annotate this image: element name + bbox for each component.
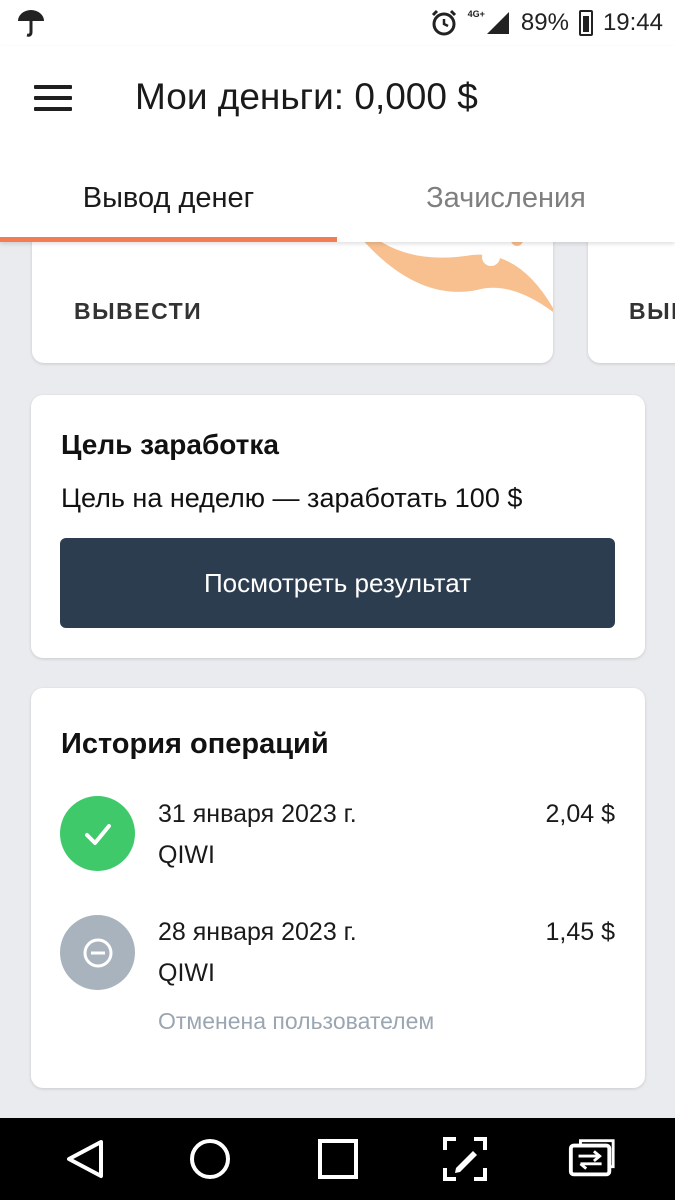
umbrella-icon bbox=[18, 10, 44, 37]
operation-status: Отменена пользователем bbox=[158, 1008, 435, 1034]
tab-deposits[interactable]: Зачисления bbox=[337, 154, 675, 242]
battery-percent: 89% bbox=[520, 9, 569, 36]
withdraw-button[interactable]: ВЫВЕСТИ bbox=[74, 298, 202, 325]
check-icon bbox=[84, 823, 111, 845]
battery-icon bbox=[578, 10, 593, 36]
success-status-badge bbox=[60, 796, 135, 871]
signal-icon bbox=[486, 12, 509, 34]
system-nav-bar bbox=[0, 1118, 675, 1200]
operations-history-card: История операций 31 января 2023 г. QIWI … bbox=[31, 688, 645, 1088]
withdraw-button-2[interactable]: ВЫВ bbox=[629, 298, 675, 325]
hamburger-menu-icon[interactable] bbox=[34, 83, 72, 113]
earning-goal-card: Цель заработка Цель на неделю — заработа… bbox=[31, 395, 645, 658]
screenshot-edit-icon[interactable] bbox=[440, 1136, 490, 1182]
cancel-minus-icon bbox=[83, 938, 112, 967]
back-icon[interactable] bbox=[60, 1136, 110, 1182]
view-result-button[interactable]: Посмотреть результат bbox=[60, 538, 615, 628]
goal-description: Цель на неделю — заработать 100 $ bbox=[61, 483, 523, 513]
history-title: История операций bbox=[61, 728, 329, 760]
app-bar: Мои деньги: 0,000 $ Вывод денег Зачислен… bbox=[0, 46, 675, 242]
operation-amount: 1,45 $ bbox=[545, 918, 615, 946]
tab-withdraw[interactable]: Вывод денег bbox=[0, 154, 337, 242]
goal-title: Цель заработка bbox=[61, 429, 279, 460]
recents-icon[interactable] bbox=[313, 1136, 363, 1182]
operation-method: QIWI bbox=[158, 959, 215, 987]
operation-method: QIWI bbox=[158, 841, 215, 869]
status-bar: 4G+ 89% 19:44 bbox=[0, 0, 675, 46]
page-title: Мои деньги: 0,000 $ bbox=[135, 76, 478, 117]
operation-date: 31 января 2023 г. bbox=[158, 800, 357, 828]
cancelled-status-badge bbox=[60, 915, 135, 990]
status-icons: 4G+ 89% 19:44 bbox=[430, 0, 663, 46]
clock: 19:44 bbox=[602, 9, 663, 36]
switch-app-icon[interactable] bbox=[567, 1136, 617, 1182]
operation-amount: 2,04 $ bbox=[545, 800, 615, 828]
operation-date: 28 января 2023 г. bbox=[158, 918, 357, 946]
tab-bar: Вывод денег Зачисления bbox=[0, 154, 675, 242]
network-type: 4G+ bbox=[467, 9, 485, 19]
home-icon[interactable] bbox=[185, 1136, 235, 1182]
alarm-icon bbox=[431, 9, 456, 36]
